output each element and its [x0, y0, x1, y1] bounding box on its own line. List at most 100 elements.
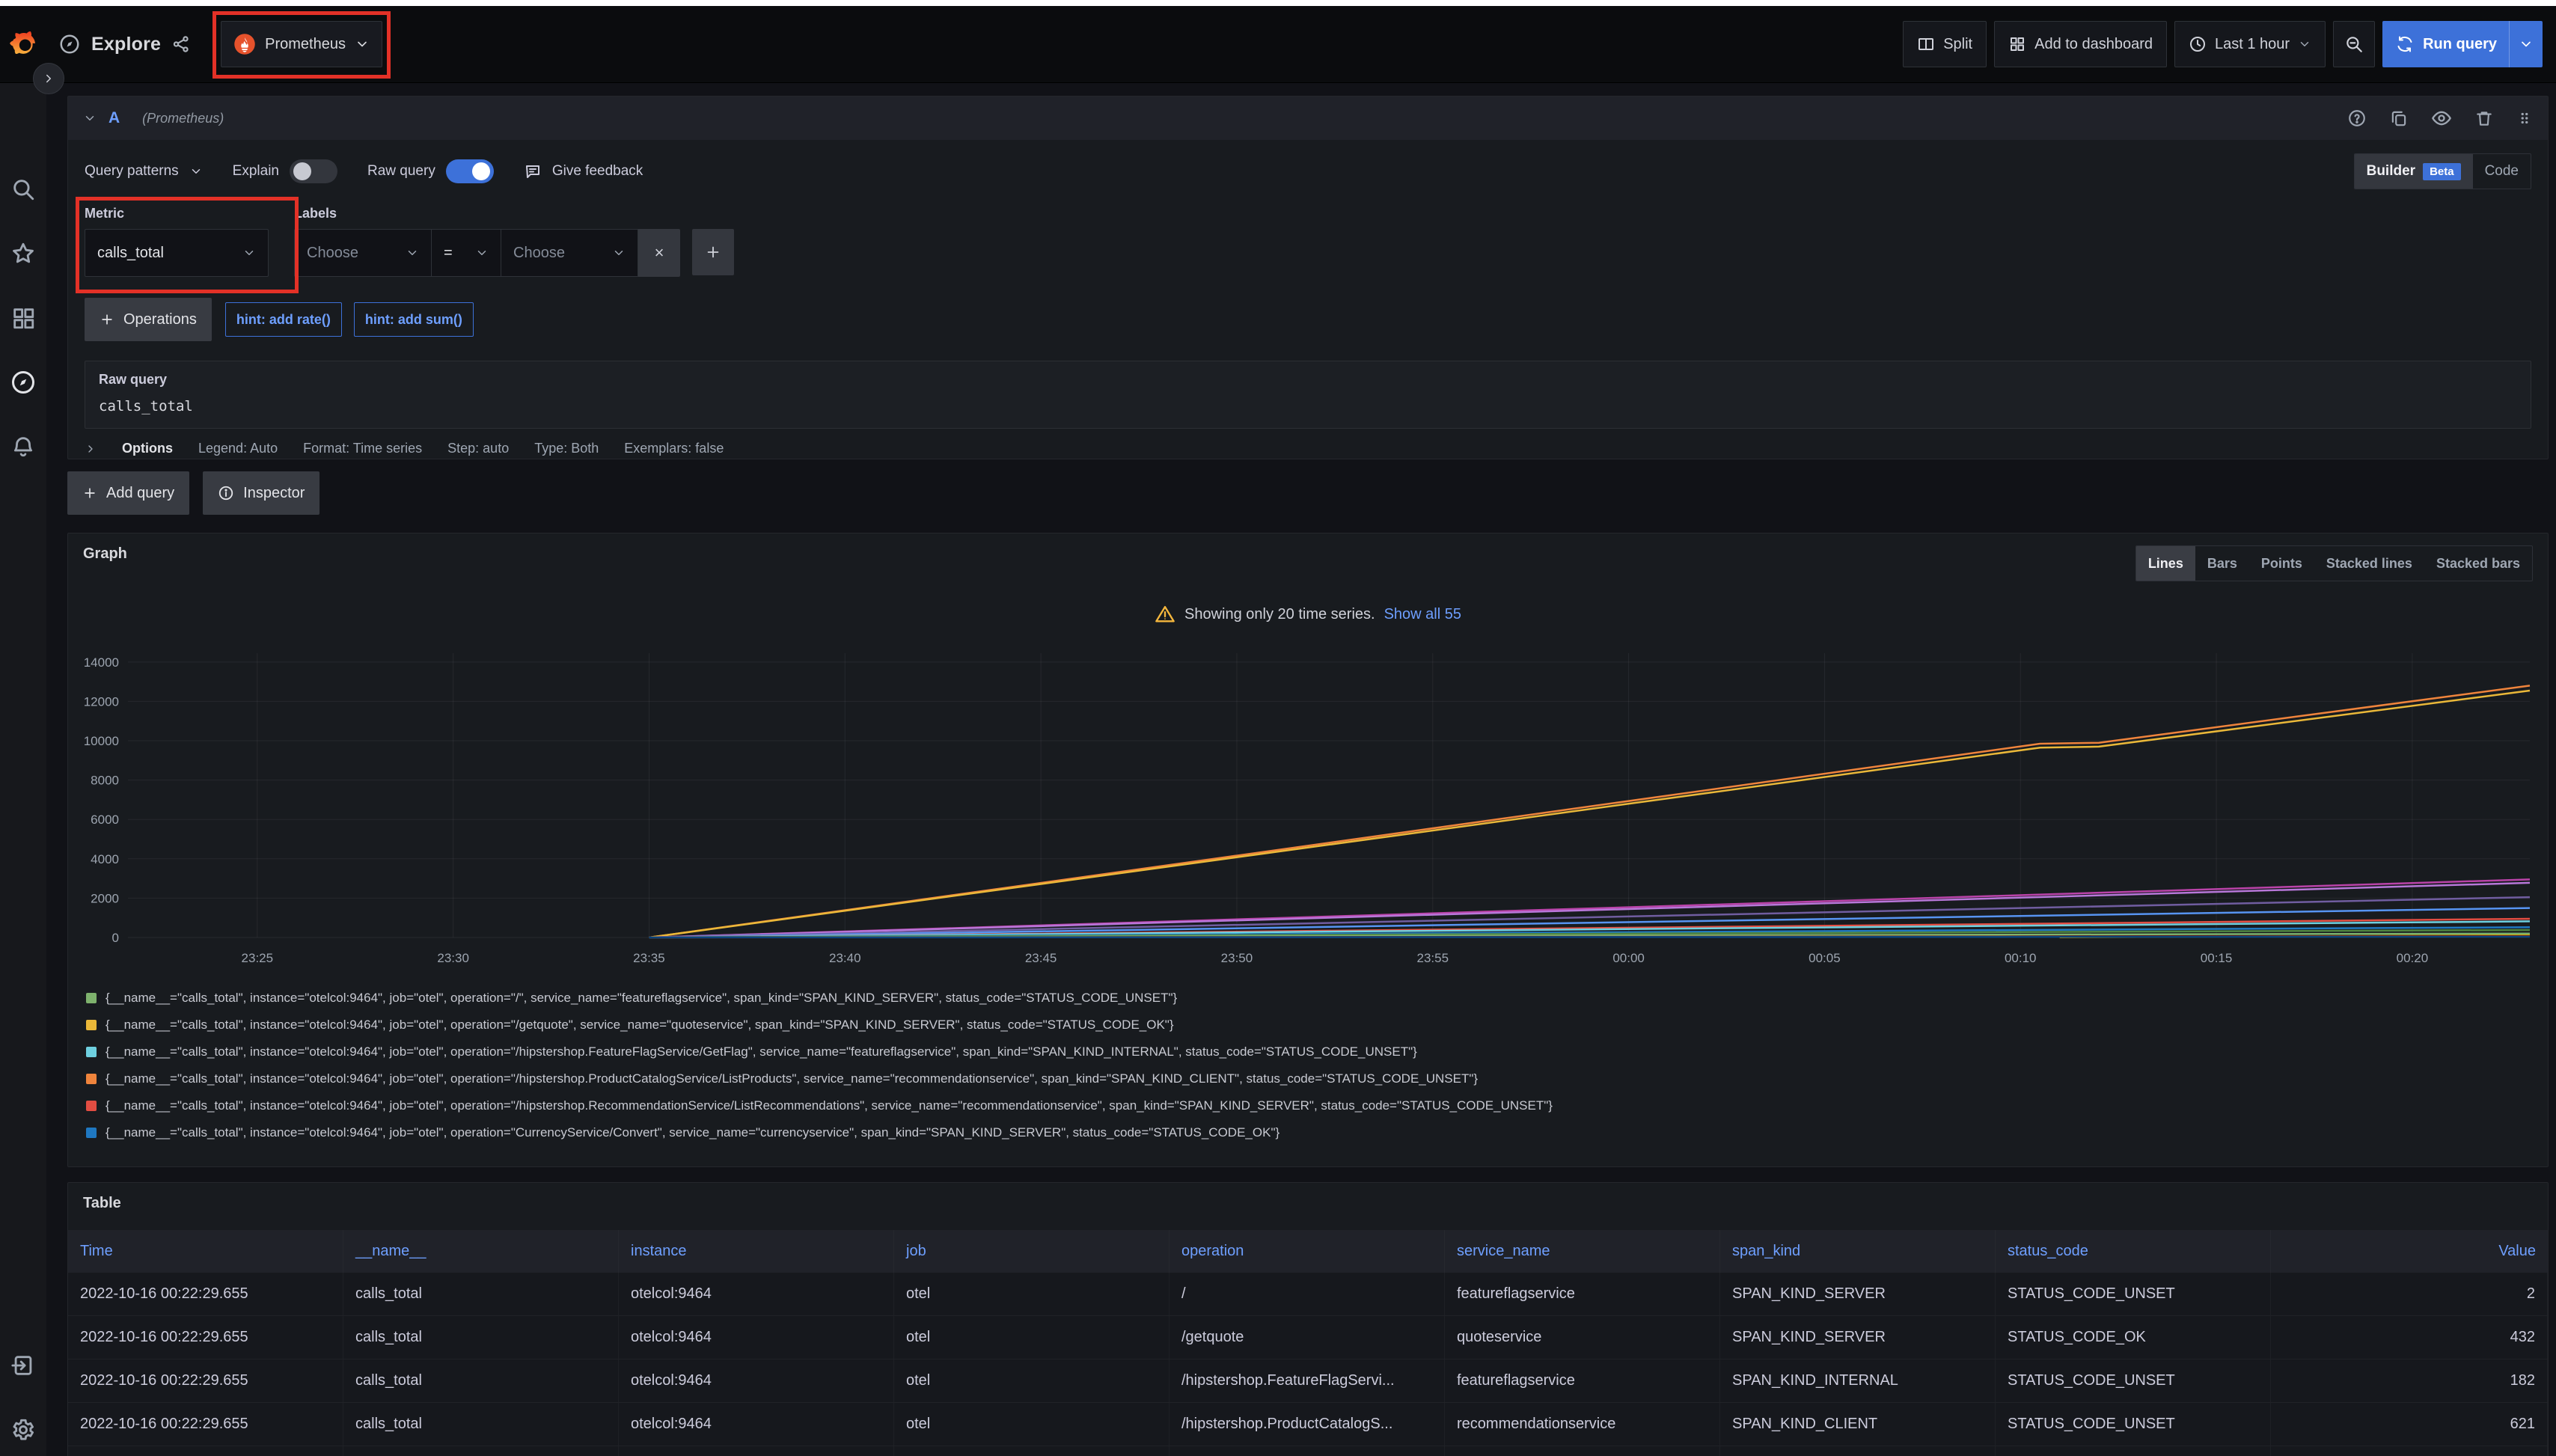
graph-legend: {__name__="calls_total", instance="otelc… [86, 985, 2530, 1145]
hint-button[interactable]: hint: add rate() [225, 302, 342, 337]
options-row: Options Legend: AutoFormat: Time seriesS… [68, 429, 2548, 459]
query-header-actions [2347, 108, 2533, 129]
svg-text:0: 0 [112, 931, 119, 945]
table-cell: otelcol:9464 [619, 1403, 894, 1446]
explain-toggle[interactable] [290, 159, 337, 183]
graph-mode-stacked-lines[interactable]: Stacked lines [2314, 546, 2424, 581]
table-cell: featureflagservice [1445, 1359, 1720, 1402]
dashboards-icon[interactable] [0, 302, 46, 334]
timeseries-chart[interactable]: 0200040006000800010000120001400023:2523:… [80, 644, 2537, 977]
graph-mode-bars[interactable]: Bars [2195, 546, 2249, 581]
page-title: Explore [91, 34, 161, 55]
query-row-header[interactable]: A (Prometheus) [68, 97, 2548, 140]
legend-label: {__name__="calls_total", instance="otelc… [106, 991, 1177, 1006]
column-header-Value[interactable]: Value [2271, 1230, 2548, 1273]
builder-tab[interactable]: Builder Beta [2355, 154, 2473, 189]
show-all-series-link[interactable]: Show all 55 [1384, 606, 1461, 623]
table-cell: /hipstershop.FeatureFlagServi... [1170, 1359, 1445, 1402]
split-columns-icon [1917, 35, 1935, 53]
legend-item[interactable]: {__name__="calls_total", instance="otelc… [86, 1065, 2530, 1092]
remove-label-filter-button[interactable]: × [638, 229, 680, 277]
column-header-instance[interactable]: instance [619, 1230, 894, 1273]
drag-handle-icon[interactable] [2516, 108, 2533, 128]
graph-mode-points[interactable]: Points [2249, 546, 2314, 581]
settings-gear-icon[interactable] [0, 1413, 46, 1446]
starred-icon[interactable] [0, 237, 46, 270]
table-cell: 2022-10-16 00:22:29.655 [68, 1359, 343, 1402]
query-patterns-dropdown[interactable]: Query patterns [85, 163, 203, 180]
time-range-picker[interactable]: Last 1 hour [2174, 21, 2326, 67]
svg-text:23:30: 23:30 [437, 951, 469, 965]
table-cell: 432 [2271, 1316, 2548, 1359]
column-header-service-name[interactable]: service_name [1445, 1230, 1720, 1273]
prometheus-logo-icon [233, 33, 256, 55]
run-query-dropdown[interactable] [2509, 21, 2543, 67]
sign-in-icon[interactable] [0, 1349, 46, 1382]
table-panel: Table Time__name__instancejoboperationse… [67, 1182, 2549, 1456]
chevron-right-icon[interactable] [85, 443, 97, 455]
sync-icon [2396, 35, 2414, 53]
label-operator-select[interactable]: = [432, 229, 501, 277]
table-cell: otel [894, 1316, 1170, 1359]
graph-mode-lines[interactable]: Lines [2136, 546, 2195, 581]
label-key-select[interactable]: Choose [294, 229, 432, 277]
split-button[interactable]: Split [1903, 21, 1987, 67]
table-row: 2022-10-16 00:22:29.655calls_totalotelco… [68, 1403, 2548, 1446]
table-cell: /getquote [1170, 1316, 1445, 1359]
share-icon[interactable] [171, 34, 191, 54]
svg-text:8000: 8000 [91, 774, 119, 788]
legend-swatch [86, 1101, 97, 1111]
zoom-out-time-button[interactable] [2333, 21, 2375, 67]
search-icon[interactable] [0, 173, 46, 206]
datasource-picker[interactable]: Prometheus [221, 21, 382, 67]
metric-group: Metric calls_total [85, 206, 269, 277]
explore-icon[interactable] [0, 366, 46, 399]
hide-response-eye-icon[interactable] [2431, 108, 2452, 129]
duplicate-query-icon[interactable] [2389, 108, 2409, 128]
hint-button[interactable]: hint: add sum() [354, 302, 474, 337]
table-cell: /hipstershop.Recommendation... [1170, 1446, 1445, 1456]
metric-select[interactable]: calls_total [85, 229, 269, 277]
svg-text:00:05: 00:05 [1809, 951, 1841, 965]
inspector-button[interactable]: Inspector [203, 471, 320, 515]
options-title[interactable]: Options [122, 441, 173, 456]
graph-mode-stacked-bars[interactable]: Stacked bars [2424, 546, 2532, 581]
column-header-span-kind[interactable]: span_kind [1720, 1230, 1996, 1273]
legend-label: {__name__="calls_total", instance="otelc… [106, 1125, 1279, 1140]
svg-text:12000: 12000 [84, 694, 119, 709]
alerting-bell-icon[interactable] [0, 430, 46, 463]
label-value-select[interactable]: Choose [501, 229, 638, 277]
svg-text:00:15: 00:15 [2201, 951, 2233, 965]
table-cell: calls_total [343, 1273, 619, 1315]
series-limit-warning: Showing only 20 time series. Show all 55 [68, 604, 2548, 625]
column-header-Time[interactable]: Time [68, 1230, 343, 1273]
column-header-operation[interactable]: operation [1170, 1230, 1445, 1273]
code-tab[interactable]: Code [2473, 154, 2531, 189]
add-to-dashboard-button[interactable]: Add to dashboard [1994, 21, 2167, 67]
legend-item[interactable]: {__name__="calls_total", instance="otelc… [86, 985, 2530, 1012]
legend-item[interactable]: {__name__="calls_total", instance="otelc… [86, 1012, 2530, 1039]
table-cell: SPAN_KIND_INTERNAL [1720, 1359, 1996, 1402]
search-minus-icon [2344, 34, 2364, 54]
column-header-status-code[interactable]: status_code [1996, 1230, 2271, 1273]
collapse-chevron-icon[interactable] [83, 111, 97, 125]
column-header---name--[interactable]: __name__ [343, 1230, 619, 1273]
sidebar-expand-button[interactable] [33, 63, 64, 94]
remove-query-trash-icon[interactable] [2474, 108, 2494, 128]
option-summary-item: Legend: Auto [198, 441, 278, 456]
hint-buttons: hint: add rate() hint: add sum() [225, 302, 474, 337]
legend-item[interactable]: {__name__="calls_total", instance="otelc… [86, 1119, 2530, 1145]
query-help-icon[interactable] [2347, 108, 2367, 128]
column-header-job[interactable]: job [894, 1230, 1170, 1273]
add-label-filter-button[interactable] [692, 229, 734, 275]
apps-grid-icon [2008, 35, 2026, 53]
legend-item[interactable]: {__name__="calls_total", instance="otelc… [86, 1092, 2530, 1119]
give-feedback-link[interactable]: Give feedback [524, 162, 643, 180]
chevron-down-icon [2298, 37, 2311, 51]
add-query-button[interactable]: Add query [67, 471, 189, 515]
run-query-button[interactable]: Run query [2382, 21, 2543, 67]
raw-query-toggle[interactable] [446, 159, 494, 183]
add-operations-button[interactable]: Operations [85, 298, 212, 341]
legend-item[interactable]: {__name__="calls_total", instance="otelc… [86, 1039, 2530, 1065]
grafana-explore-app: Explore Prometheus Split [0, 0, 2556, 1456]
